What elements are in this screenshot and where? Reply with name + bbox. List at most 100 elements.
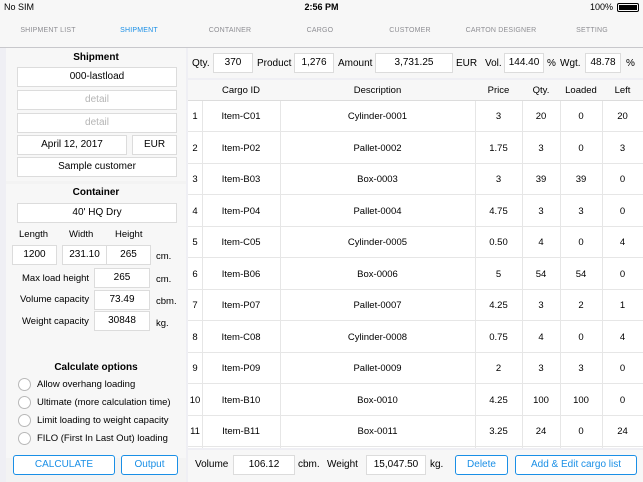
cell-qty: 4 — [538, 331, 544, 343]
width-field[interactable]: 231.10 — [62, 245, 107, 265]
shipment-name-field[interactable]: 000-lastload — [17, 67, 177, 87]
cell-loaded: 3 — [578, 205, 584, 217]
cell-left: 0 — [619, 174, 626, 185]
vol-unit: % — [547, 58, 556, 69]
col-left[interactable]: Left — [602, 85, 643, 96]
battery-icon — [617, 3, 639, 12]
radio-icon[interactable] — [18, 432, 31, 445]
cell-left: 24 — [617, 426, 628, 437]
weight-capacity-field[interactable]: 30848 — [94, 311, 150, 331]
cell-row-number: 3 — [192, 174, 198, 185]
col-cargo-id[interactable]: Cargo ID — [202, 85, 280, 96]
length-field[interactable]: 1200 — [12, 245, 57, 265]
vol-value: 144.40 — [504, 53, 544, 73]
cell-price: 0.75 — [489, 331, 508, 343]
radio-icon[interactable] — [18, 414, 31, 427]
tab-customer[interactable]: CUSTOMER — [365, 27, 455, 34]
add-edit-cargo-button[interactable]: Add & Edit cargo list — [515, 455, 637, 475]
table-row[interactable]: 9 Item-P09 Pallet-0009 2 3 3 0 — [188, 353, 643, 384]
cell-description: Pallet-0009 — [353, 363, 402, 374]
container-type-field[interactable]: 40' HQ Dry — [17, 203, 177, 223]
wgt-label: Wgt. — [560, 58, 581, 69]
table-row[interactable]: 6 Item-B06 Box-0006 5 54 54 0 — [188, 259, 643, 290]
volume-capacity-field[interactable]: 73.49 — [94, 290, 150, 310]
amount-label: Amount — [338, 58, 373, 69]
cell-price: 5 — [495, 268, 502, 280]
table-row[interactable]: 2 Item-P02 Pallet-0002 1.75 3 0 3 — [188, 133, 643, 164]
cell-price: 4.25 — [489, 394, 508, 406]
table-row[interactable]: 7 Item-P07 Pallet-0007 4.25 3 2 1 — [188, 290, 643, 321]
cell-description: Box-0010 — [357, 394, 398, 406]
option-filo[interactable]: FILO (First In Last Out) loading — [18, 432, 168, 445]
radio-icon[interactable] — [18, 396, 31, 409]
table-row[interactable]: 4 Item-P04 Pallet-0004 4.75 3 3 0 — [188, 196, 643, 227]
cell-qty: 39 — [535, 174, 547, 185]
tab-container[interactable]: CONTAINER — [185, 27, 275, 34]
cell-cargo-id: Item-C01 — [221, 111, 261, 122]
table-row[interactable]: 5 Item-C05 Cylinder-0005 0.50 4 0 4 — [188, 227, 643, 258]
volume-capacity-label: Volume capacity — [20, 294, 90, 305]
option-ultimate[interactable]: Ultimate (more calculation time) — [18, 396, 171, 409]
detail-field-2[interactable]: detail — [17, 113, 177, 133]
detail-field-1[interactable]: detail — [17, 90, 177, 110]
col-description[interactable]: Description — [280, 85, 475, 96]
weight-unit: kg. — [156, 318, 169, 329]
cell-qty: 24 — [535, 426, 547, 437]
status-bar: No SIM 2:56 PM 100% — [0, 0, 643, 14]
container-section: Container 40' HQ Dry Length Width Height… — [6, 184, 186, 382]
cell-left: 4 — [619, 331, 626, 343]
col-loaded[interactable]: Loaded — [560, 85, 602, 96]
height-label: Height — [115, 229, 143, 240]
cell-loaded: 54 — [575, 268, 587, 280]
cell-description: Pallet-0007 — [353, 300, 402, 311]
options-title: Calculate options — [54, 362, 138, 373]
cell-description: Cylinder-0008 — [347, 331, 408, 343]
tab-shipment-list[interactable]: SHIPMENT LIST — [3, 27, 93, 34]
tab-shipment[interactable]: SHIPMENT — [94, 27, 184, 34]
cell-row-number: 7 — [192, 300, 198, 311]
max-load-unit: cm. — [156, 274, 172, 285]
table-header: Cargo ID Description Price Qty. Loaded L… — [188, 80, 643, 101]
tab-carton-designer[interactable]: CARTON DESIGNER — [456, 27, 546, 34]
shipment-section: Shipment 000-lastload detail detail Apri… — [6, 48, 186, 181]
max-load-label: Max load height — [22, 273, 90, 284]
cell-left: 0 — [619, 394, 626, 406]
container-title: Container — [72, 187, 120, 198]
product-value: 1,276 — [294, 53, 334, 73]
cell-price: 2 — [495, 363, 502, 374]
col-price[interactable]: Price — [475, 85, 522, 96]
cell-row-number: 11 — [190, 426, 200, 437]
product-label: Product — [257, 58, 292, 69]
footer-volume-unit: cbm. — [298, 459, 320, 470]
table-row[interactable]: 8 Item-C08 Cylinder-0008 0.75 4 0 4 — [188, 322, 643, 353]
length-label: Length — [19, 229, 49, 240]
cell-loaded: 0 — [578, 331, 584, 343]
date-field[interactable]: April 12, 2017 — [17, 135, 127, 155]
cell-row-number: 10 — [189, 394, 201, 406]
calculate-button[interactable]: CALCULATE — [13, 455, 115, 475]
option-label: FILO (First In Last Out) loading — [37, 433, 168, 445]
table-row[interactable]: 11 Item-B11 Box-0011 3.25 24 0 24 — [188, 416, 643, 447]
col-qty[interactable]: Qty. — [522, 85, 560, 96]
cell-left: 0 — [619, 205, 626, 217]
output-button[interactable]: Output — [121, 455, 178, 475]
table-row[interactable]: 3 Item-B03 Box-0003 3 39 39 0 — [188, 164, 643, 195]
cell-left: 3 — [619, 142, 626, 154]
cell-description: Box-0006 — [357, 268, 398, 280]
footer-weight-unit: kg. — [430, 459, 444, 470]
delete-button[interactable]: Delete — [455, 455, 508, 475]
height-field[interactable]: 265 — [106, 245, 151, 265]
max-load-field[interactable]: 265 — [94, 268, 150, 288]
cell-price: 4.25 — [489, 300, 508, 311]
table-row[interactable]: 1 Item-C01 Cylinder-0001 3 20 0 20 — [188, 101, 643, 132]
cell-loaded: 39 — [575, 174, 587, 185]
currency-field[interactable]: EUR — [132, 135, 177, 155]
option-overhang[interactable]: Allow overhang loading — [18, 378, 135, 391]
table-row[interactable]: 10 Item-B10 Box-0010 4.25 100 100 0 — [188, 385, 643, 416]
tab-cargo[interactable]: CARGO — [275, 27, 365, 34]
tab-setting[interactable]: SETTING — [547, 27, 637, 34]
option-limit-weight[interactable]: Limit loading to weight capacity — [18, 414, 169, 427]
cell-cargo-id: Item-P09 — [221, 363, 261, 374]
customer-field[interactable]: Sample customer — [17, 157, 177, 177]
radio-icon[interactable] — [18, 378, 31, 391]
